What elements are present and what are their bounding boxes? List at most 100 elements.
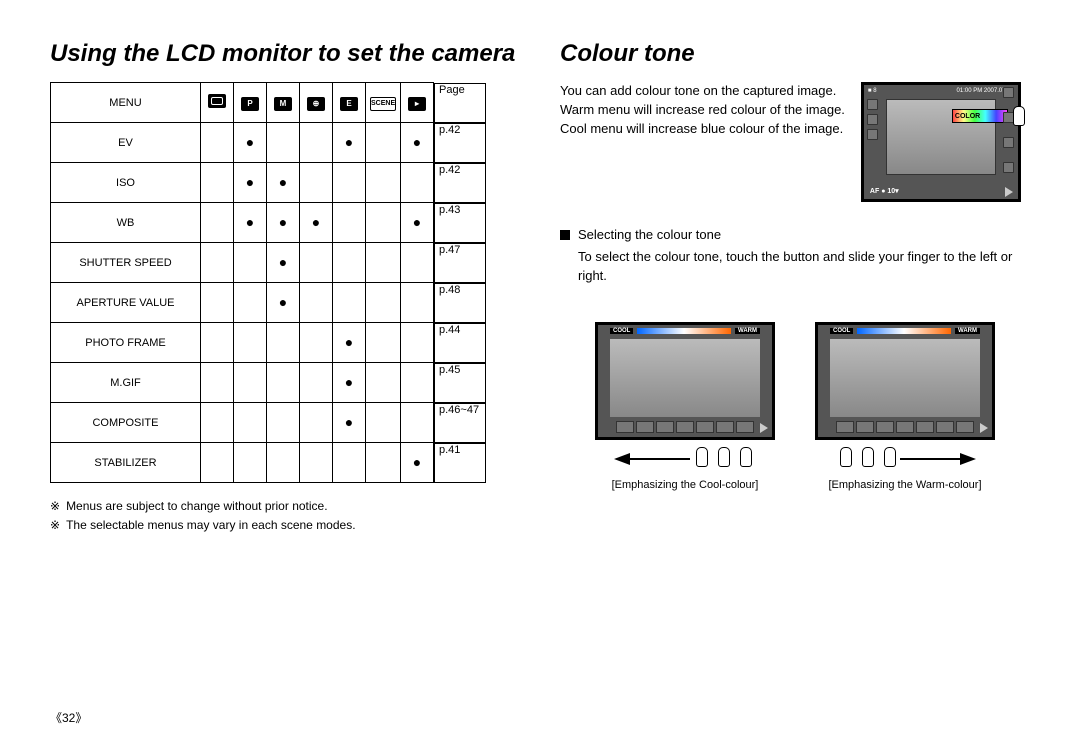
cam-left-icon bbox=[867, 114, 878, 125]
feature-cell bbox=[300, 363, 333, 403]
feature-cell: ● bbox=[267, 203, 300, 243]
row-page: p.45 bbox=[434, 363, 486, 403]
row-page: p.44 bbox=[434, 323, 486, 363]
row-label: WB bbox=[51, 203, 201, 243]
dot-icon: ● bbox=[279, 174, 287, 190]
hand-pointer-icon bbox=[836, 447, 854, 471]
mode-effect-icon: E bbox=[333, 83, 366, 123]
arrow-right-icon bbox=[960, 453, 976, 465]
table-row: APERTURE VALUE●p.48 bbox=[51, 283, 520, 323]
note-mark: ※ bbox=[50, 516, 60, 535]
feature-cell: ● bbox=[267, 163, 300, 203]
feature-cell: ● bbox=[401, 203, 434, 243]
feature-cell: ● bbox=[333, 123, 366, 163]
feature-cell: ● bbox=[333, 363, 366, 403]
square-bullet-icon bbox=[560, 230, 570, 240]
feature-cell bbox=[333, 163, 366, 203]
dot-icon: ● bbox=[413, 454, 421, 470]
note-mark: ※ bbox=[50, 497, 60, 516]
feature-cell bbox=[267, 443, 300, 483]
row-label: COMPOSITE bbox=[51, 403, 201, 443]
hand-pointer-icon bbox=[880, 447, 898, 471]
feature-cell: ● bbox=[333, 403, 366, 443]
dot-icon: ● bbox=[345, 334, 353, 350]
row-page: p.46~47 bbox=[434, 403, 486, 443]
dot-icon: ● bbox=[279, 254, 287, 270]
row-page: p.42 bbox=[434, 123, 486, 163]
cam2-photo bbox=[830, 339, 980, 417]
feature-cell bbox=[300, 443, 333, 483]
tone-slider[interactable] bbox=[637, 328, 731, 334]
table-row: COMPOSITE ● p.46~47 bbox=[51, 403, 520, 443]
feature-cell bbox=[401, 243, 434, 283]
feature-cell bbox=[333, 243, 366, 283]
row-label: STABILIZER bbox=[51, 443, 201, 483]
row-label: APERTURE VALUE bbox=[51, 283, 201, 323]
feature-cell bbox=[366, 323, 401, 363]
warm-label: WARM bbox=[735, 328, 760, 334]
cool-caption: [Emphasizing the Cool-colour] bbox=[595, 479, 775, 491]
feature-cell bbox=[300, 243, 333, 283]
feature-cell bbox=[401, 403, 434, 443]
intro-line-3: Cool menu will increase blue colour of t… bbox=[560, 120, 845, 139]
mode-scene-icon: SCENE bbox=[366, 83, 401, 123]
dot-icon: ● bbox=[413, 134, 421, 150]
feature-cell bbox=[300, 283, 333, 323]
filmstrip bbox=[818, 420, 992, 434]
feature-cell bbox=[267, 123, 300, 163]
feature-cell: ● bbox=[267, 243, 300, 283]
cam1-bottom: AF ● 10▾ bbox=[870, 187, 899, 195]
swipe-left-gesture bbox=[595, 447, 775, 471]
feature-cell bbox=[267, 363, 300, 403]
feature-cell bbox=[234, 443, 267, 483]
subsection-heading: Selecting the colour tone bbox=[578, 227, 721, 242]
play-icon bbox=[980, 423, 988, 433]
dot-icon: ● bbox=[345, 134, 353, 150]
dot-icon: ● bbox=[246, 174, 254, 190]
feature-cell bbox=[234, 363, 267, 403]
feature-cell: ● bbox=[300, 203, 333, 243]
play-icon bbox=[1005, 187, 1013, 197]
table-row: PHOTO FRAME ● p.44 bbox=[51, 323, 520, 363]
hand-pointer-icon bbox=[736, 447, 754, 471]
feature-cell bbox=[234, 403, 267, 443]
feature-cell bbox=[366, 283, 401, 323]
row-label: PHOTO FRAME bbox=[51, 323, 201, 363]
dot-icon: ● bbox=[413, 214, 421, 230]
cam1-topbar-left: ■ 8 bbox=[868, 88, 877, 94]
cam2-photo bbox=[610, 339, 760, 417]
feature-cell bbox=[366, 243, 401, 283]
feature-cell bbox=[201, 243, 234, 283]
mode-manual-icon: M bbox=[267, 83, 300, 123]
feature-cell bbox=[300, 323, 333, 363]
subsection-text: To select the colour tone, touch the but… bbox=[578, 248, 1030, 286]
feature-cell bbox=[333, 443, 366, 483]
table-header-row: MENU P M ⊕ E SCENE ▸ Page bbox=[51, 83, 520, 123]
color-tone-button[interactable]: COLOR bbox=[952, 109, 1008, 123]
intro-text: You can add colour tone on the captured … bbox=[560, 82, 845, 139]
arrow-left-icon bbox=[614, 453, 630, 465]
cool-label: COOL bbox=[830, 328, 853, 334]
dot-icon: ● bbox=[279, 294, 287, 310]
feature-cell bbox=[267, 403, 300, 443]
feature-cell bbox=[366, 403, 401, 443]
tone-slider[interactable] bbox=[857, 328, 951, 334]
note-1: Menus are subject to change without prio… bbox=[66, 497, 327, 516]
feature-cell bbox=[201, 163, 234, 203]
row-label: M.GIF bbox=[51, 363, 201, 403]
feature-cell bbox=[201, 283, 234, 323]
feature-cell bbox=[401, 323, 434, 363]
cam-right-icon bbox=[1003, 137, 1014, 148]
dot-icon: ● bbox=[345, 374, 353, 390]
feature-cell bbox=[366, 203, 401, 243]
hand-pointer-icon bbox=[692, 447, 710, 471]
camera-screen-warm: COOL WARM bbox=[815, 322, 995, 440]
feature-cell bbox=[201, 123, 234, 163]
row-label: SHUTTER SPEED bbox=[51, 243, 201, 283]
warm-label: WARM bbox=[955, 328, 980, 334]
cam-right-icon bbox=[1003, 87, 1014, 98]
header-page: Page bbox=[434, 83, 486, 123]
intro-line-2: Warm menu will increase red colour of th… bbox=[560, 101, 845, 120]
row-page: p.47 bbox=[434, 243, 486, 283]
menu-table: MENU P M ⊕ E SCENE ▸ Page EV●●●p.42ISO●●… bbox=[50, 82, 520, 483]
